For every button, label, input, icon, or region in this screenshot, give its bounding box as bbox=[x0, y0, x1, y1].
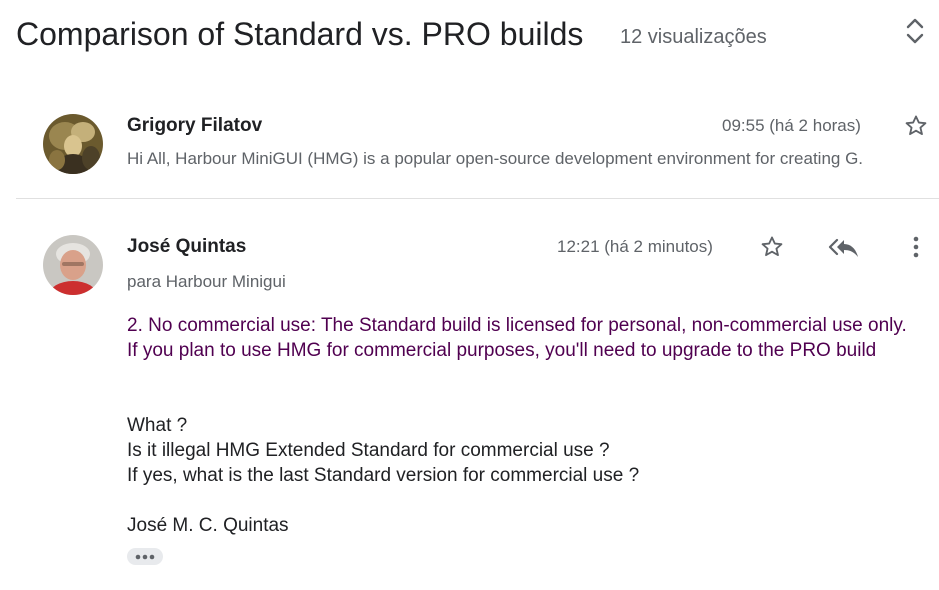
message-snippet: Hi All, Harbour MiniGUI (HMG) is a popul… bbox=[127, 149, 864, 168]
signature: José M. C. Quintas bbox=[127, 515, 289, 536]
more-vert-icon bbox=[913, 236, 919, 258]
star-outline-icon bbox=[761, 236, 783, 257]
body-line: What ? bbox=[127, 415, 188, 436]
avatar bbox=[43, 235, 103, 295]
reply-all-button[interactable] bbox=[826, 232, 862, 262]
view-count: 12 visualizações bbox=[620, 26, 767, 48]
quoted-text: 2. No commercial use: The Standard build… bbox=[127, 313, 917, 363]
star-button[interactable] bbox=[901, 111, 931, 141]
reply-all-icon bbox=[828, 238, 858, 257]
body-line: Is it illegal HMG Extended Standard for … bbox=[127, 440, 610, 461]
thread-title: Comparison of Standard vs. PRO builds bbox=[16, 16, 584, 52]
thread-header: Comparison of Standard vs. PRO builds 12… bbox=[0, 0, 939, 70]
message-time: 09:55 (há 2 horas) bbox=[722, 116, 861, 135]
recipients: para Harbour Minigui bbox=[127, 272, 286, 291]
unfold-more-icon bbox=[906, 18, 924, 44]
more-options-button[interactable] bbox=[901, 232, 931, 262]
quoted-paragraph: 2. No commercial use: The Standard build… bbox=[127, 315, 907, 361]
sender-name: Grigory Filatov bbox=[127, 115, 263, 136]
show-trimmed-content-button[interactable] bbox=[127, 548, 163, 565]
body-line: If yes, what is the last Standard versio… bbox=[127, 465, 640, 486]
divider bbox=[16, 198, 939, 199]
message-body: What ? Is it illegal HMG Extended Standa… bbox=[127, 413, 917, 488]
message-time: 12:21 (há 2 minutos) bbox=[557, 237, 713, 256]
star-button[interactable] bbox=[757, 232, 787, 262]
more-horiz-icon bbox=[135, 554, 155, 559]
expand-all-button[interactable] bbox=[900, 14, 930, 48]
avatar bbox=[43, 114, 103, 174]
star-outline-icon bbox=[905, 115, 927, 136]
sender-name: José Quintas bbox=[127, 236, 247, 257]
